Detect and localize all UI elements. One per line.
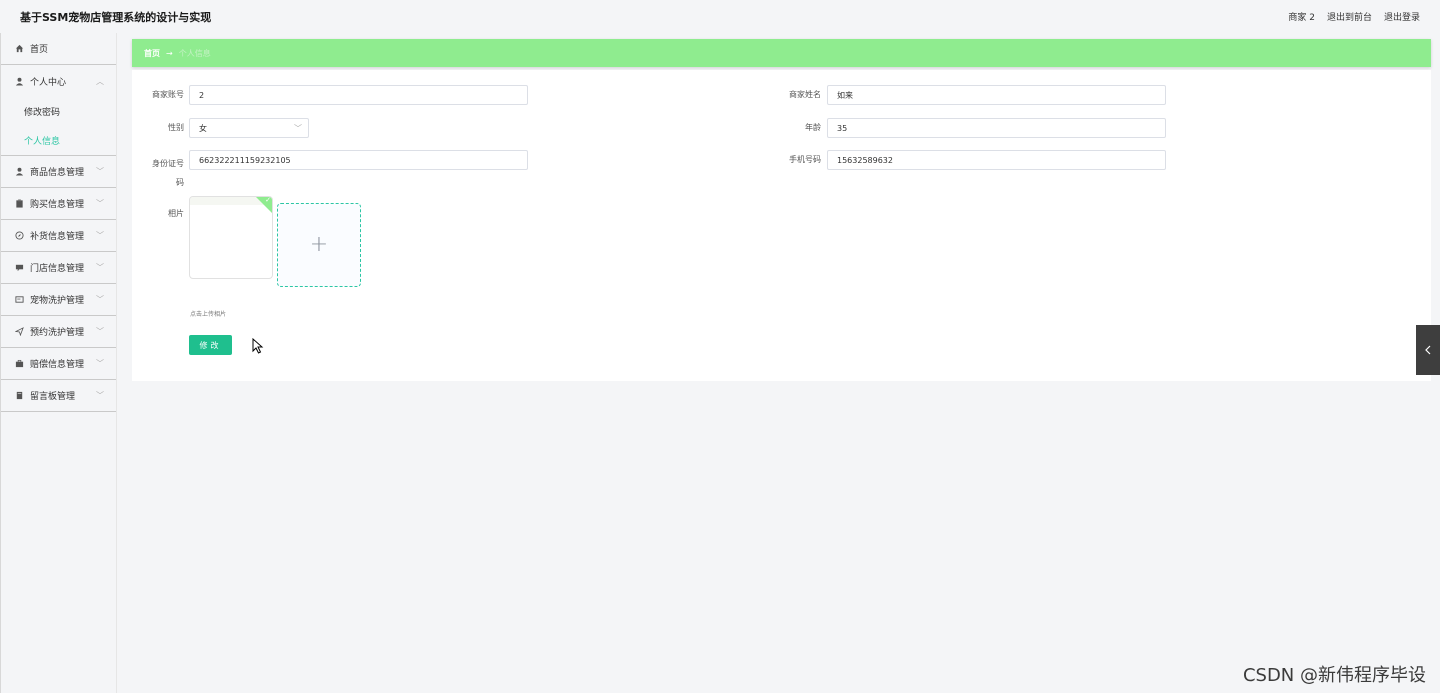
app-title: 基于SSM宠物店管理系统的设计与实现: [20, 10, 212, 24]
idcard-label: 身份证号码: [152, 159, 184, 187]
age-input[interactable]: 35: [827, 118, 1166, 138]
briefcase-icon: [15, 359, 24, 368]
phone-input[interactable]: 15632589632: [827, 150, 1166, 170]
home-icon: [15, 44, 24, 53]
sidebar-item-stores[interactable]: 门店信息管理 ﹀: [1, 252, 116, 284]
user-icon: [15, 77, 24, 86]
name-input[interactable]: 如来: [827, 85, 1166, 105]
user-nav: 商家 2 退出到前台 退出登录: [1288, 10, 1420, 23]
mouse-cursor-icon: [252, 338, 264, 354]
sidebar-item-home[interactable]: 首页: [1, 33, 116, 65]
sidebar-item-grooming-booking[interactable]: 预约洗护管理 ﹀: [1, 316, 116, 348]
chevron-left-icon: [1425, 345, 1431, 355]
sidebar-item-pet-grooming[interactable]: 宠物洗护管理 ﹀: [1, 284, 116, 316]
chevron-up-icon: ︿: [96, 76, 104, 86]
profile-form: 商家账号 2 商家姓名 如来 性别 女 ﹀ 年龄 35 身份证号码 662322…: [132, 70, 1431, 381]
card-icon: [15, 295, 24, 304]
chevron-down-icon: ﹀: [96, 263, 104, 272]
sidebar-item-label: 商品信息管理: [30, 168, 85, 178]
breadcrumb: 首页 → 个人信息: [132, 39, 1431, 67]
sidebar-item-compensation[interactable]: 赔偿信息管理 ﹀: [1, 348, 116, 380]
plus-icon: +: [309, 232, 329, 257]
clipboard-icon: [15, 199, 24, 208]
user-icon: [15, 167, 24, 176]
breadcrumb-current: 个人信息: [178, 48, 211, 58]
account-label: 商家账号: [152, 90, 184, 99]
upload-photo-button[interactable]: +: [277, 203, 361, 287]
sidebar-item-change-password[interactable]: 修改密码: [1, 97, 116, 126]
gender-value: 女: [199, 123, 207, 133]
sidebar-item-personal-center[interactable]: 个人中心 ︿: [1, 65, 116, 97]
sidebar-item-label: 门店信息管理: [30, 264, 85, 274]
send-icon: [15, 327, 24, 336]
phone-label: 手机号码: [789, 155, 821, 164]
side-panel-toggle[interactable]: [1416, 325, 1440, 375]
photo-thumbnail[interactable]: ✓: [189, 196, 273, 279]
back-to-front-link[interactable]: 退出到前台: [1327, 10, 1372, 23]
top-header: 基于SSM宠物店管理系统的设计与实现 商家 2 退出到前台 退出登录: [0, 0, 1440, 33]
submit-button[interactable]: 修改: [189, 335, 232, 355]
sidebar-item-purchases[interactable]: 购买信息管理 ﹀: [1, 188, 116, 220]
chevron-down-icon: ﹀: [96, 391, 104, 400]
sidebar-item-label: 预约洗护管理: [30, 328, 85, 338]
gender-label: 性别: [168, 123, 184, 132]
watermark: CSDN @新伟程序毕设: [1242, 665, 1426, 686]
sidebar-item-restock[interactable]: 补货信息管理 ﹀: [1, 220, 116, 252]
sidebar-item-guestbook[interactable]: 留言板管理 ﹀: [1, 380, 116, 412]
sidebar-item-label: 个人中心: [30, 77, 67, 88]
sidebar-item-label: 留言板管理: [30, 392, 76, 402]
sidebar-group-personal: 个人中心 ︿ 修改密码 个人信息: [1, 65, 116, 156]
notebook-icon: [15, 391, 24, 400]
chevron-down-icon: ﹀: [96, 199, 104, 208]
chat-icon: [15, 263, 24, 272]
sidebar-item-products[interactable]: 商品信息管理 ﹀: [1, 156, 116, 188]
account-input[interactable]: 2: [189, 85, 528, 105]
chevron-down-icon: ﹀: [96, 231, 104, 240]
check-icon: ✓: [265, 196, 271, 204]
sidebar-item-label: 赔偿信息管理: [30, 360, 85, 370]
chevron-down-icon: ﹀: [96, 167, 104, 176]
breadcrumb-home[interactable]: 首页: [144, 48, 160, 59]
chevron-down-icon: ﹀: [96, 359, 104, 368]
name-label: 商家姓名: [789, 90, 821, 99]
gender-select[interactable]: 女 ﹀: [189, 118, 309, 138]
arrow-right-icon: →: [166, 48, 173, 58]
logout-link[interactable]: 退出登录: [1384, 10, 1420, 23]
compass-icon: [15, 231, 24, 240]
current-user: 商家 2: [1288, 13, 1315, 23]
sidebar-item-label: 购买信息管理: [30, 200, 85, 210]
upload-hint: 点击上传相片: [190, 311, 227, 318]
age-label: 年龄: [805, 123, 821, 132]
chevron-down-icon: ﹀: [96, 327, 104, 336]
sidebar-item-label: 宠物洗护管理: [30, 296, 85, 306]
idcard-input[interactable]: 662322211159232105: [189, 150, 528, 170]
sidebar: 首页 个人中心 ︿ 修改密码 个人信息 商品信息管理 ﹀ 购买信息管理 ﹀ 补货…: [0, 33, 117, 693]
chevron-down-icon: ﹀: [294, 124, 302, 133]
chevron-down-icon: ﹀: [96, 295, 104, 304]
photo-label: 相片: [168, 209, 184, 218]
sidebar-item-label: 首页: [30, 45, 49, 55]
sidebar-item-profile[interactable]: 个人信息: [1, 126, 116, 155]
sidebar-item-label: 补货信息管理: [30, 232, 85, 242]
